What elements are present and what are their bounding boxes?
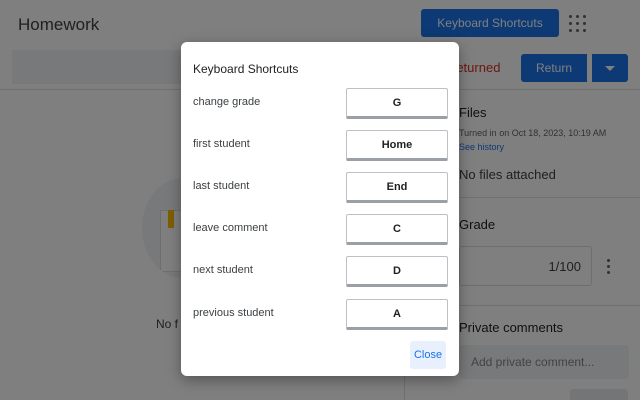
shortcut-key: Home — [346, 130, 448, 161]
shortcut-action: leave comment — [193, 222, 268, 234]
keyboard-shortcuts-dialog: Keyboard Shortcuts change grade G first … — [181, 42, 459, 376]
shortcut-key: D — [346, 256, 448, 287]
shortcut-action: change grade — [193, 96, 261, 108]
shortcut-row: previous student A — [193, 298, 449, 330]
shortcut-key: G — [346, 88, 448, 119]
shortcut-row: change grade G — [193, 87, 449, 119]
shortcut-key: C — [346, 214, 448, 245]
shortcut-action: next student — [193, 264, 253, 276]
close-button[interactable]: Close — [410, 341, 446, 369]
shortcut-key: End — [346, 172, 448, 203]
shortcut-key: A — [346, 299, 448, 330]
dialog-title: Keyboard Shortcuts — [193, 62, 299, 76]
shortcut-row: first student Home — [193, 129, 449, 161]
shortcut-row: last student End — [193, 171, 449, 203]
shortcut-action: previous student — [193, 307, 274, 319]
shortcut-row: next student D — [193, 255, 449, 287]
shortcut-action: last student — [193, 180, 250, 192]
shortcut-row: leave comment C — [193, 213, 449, 245]
shortcut-action: first student — [193, 138, 250, 150]
